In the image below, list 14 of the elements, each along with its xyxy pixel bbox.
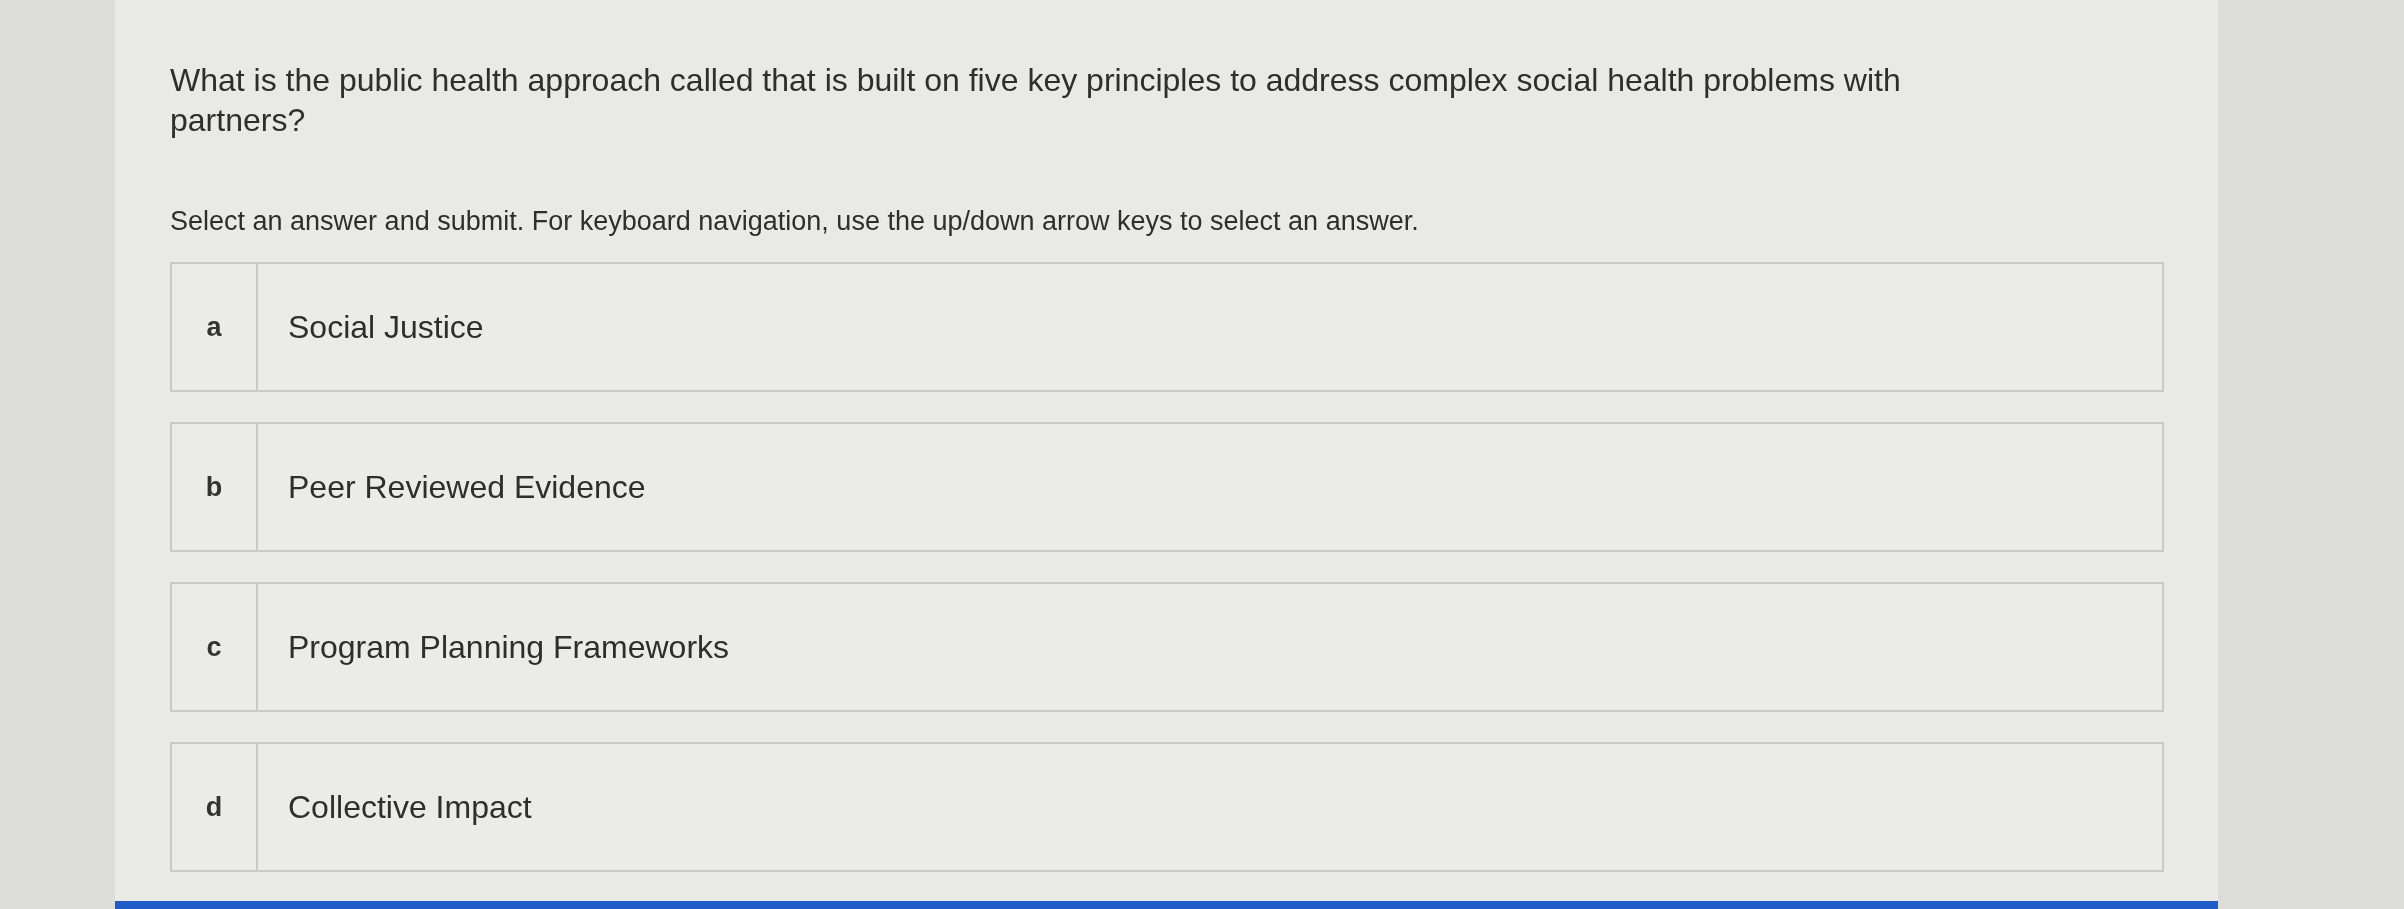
option-letter: a (172, 264, 258, 390)
option-label: Collective Impact (287, 787, 532, 827)
answer-option[interactable]: a Social Justice (170, 262, 2164, 392)
answer-option[interactable]: b Peer Reviewed Evidence (170, 422, 2164, 552)
option-letter: b (172, 424, 258, 550)
option-letter: d (172, 744, 258, 870)
question-text: What is the public health approach called that is built on five key principles to address complex social health problems with partners? (170, 61, 1902, 140)
option-label: Program Planning Frameworks (287, 627, 730, 667)
answer-option[interactable]: d Collective Impact (170, 742, 2164, 872)
instructions-text: Select an answer and submit. For keyboard navigation, use the up/down arrow keys to select an answer. (170, 205, 1420, 238)
answer-option[interactable]: c Program Planning Frameworks (170, 582, 2164, 712)
option-letter: c (172, 584, 258, 710)
option-label: Peer Reviewed Evidence (287, 467, 646, 507)
option-label: Social Justice (287, 307, 484, 347)
